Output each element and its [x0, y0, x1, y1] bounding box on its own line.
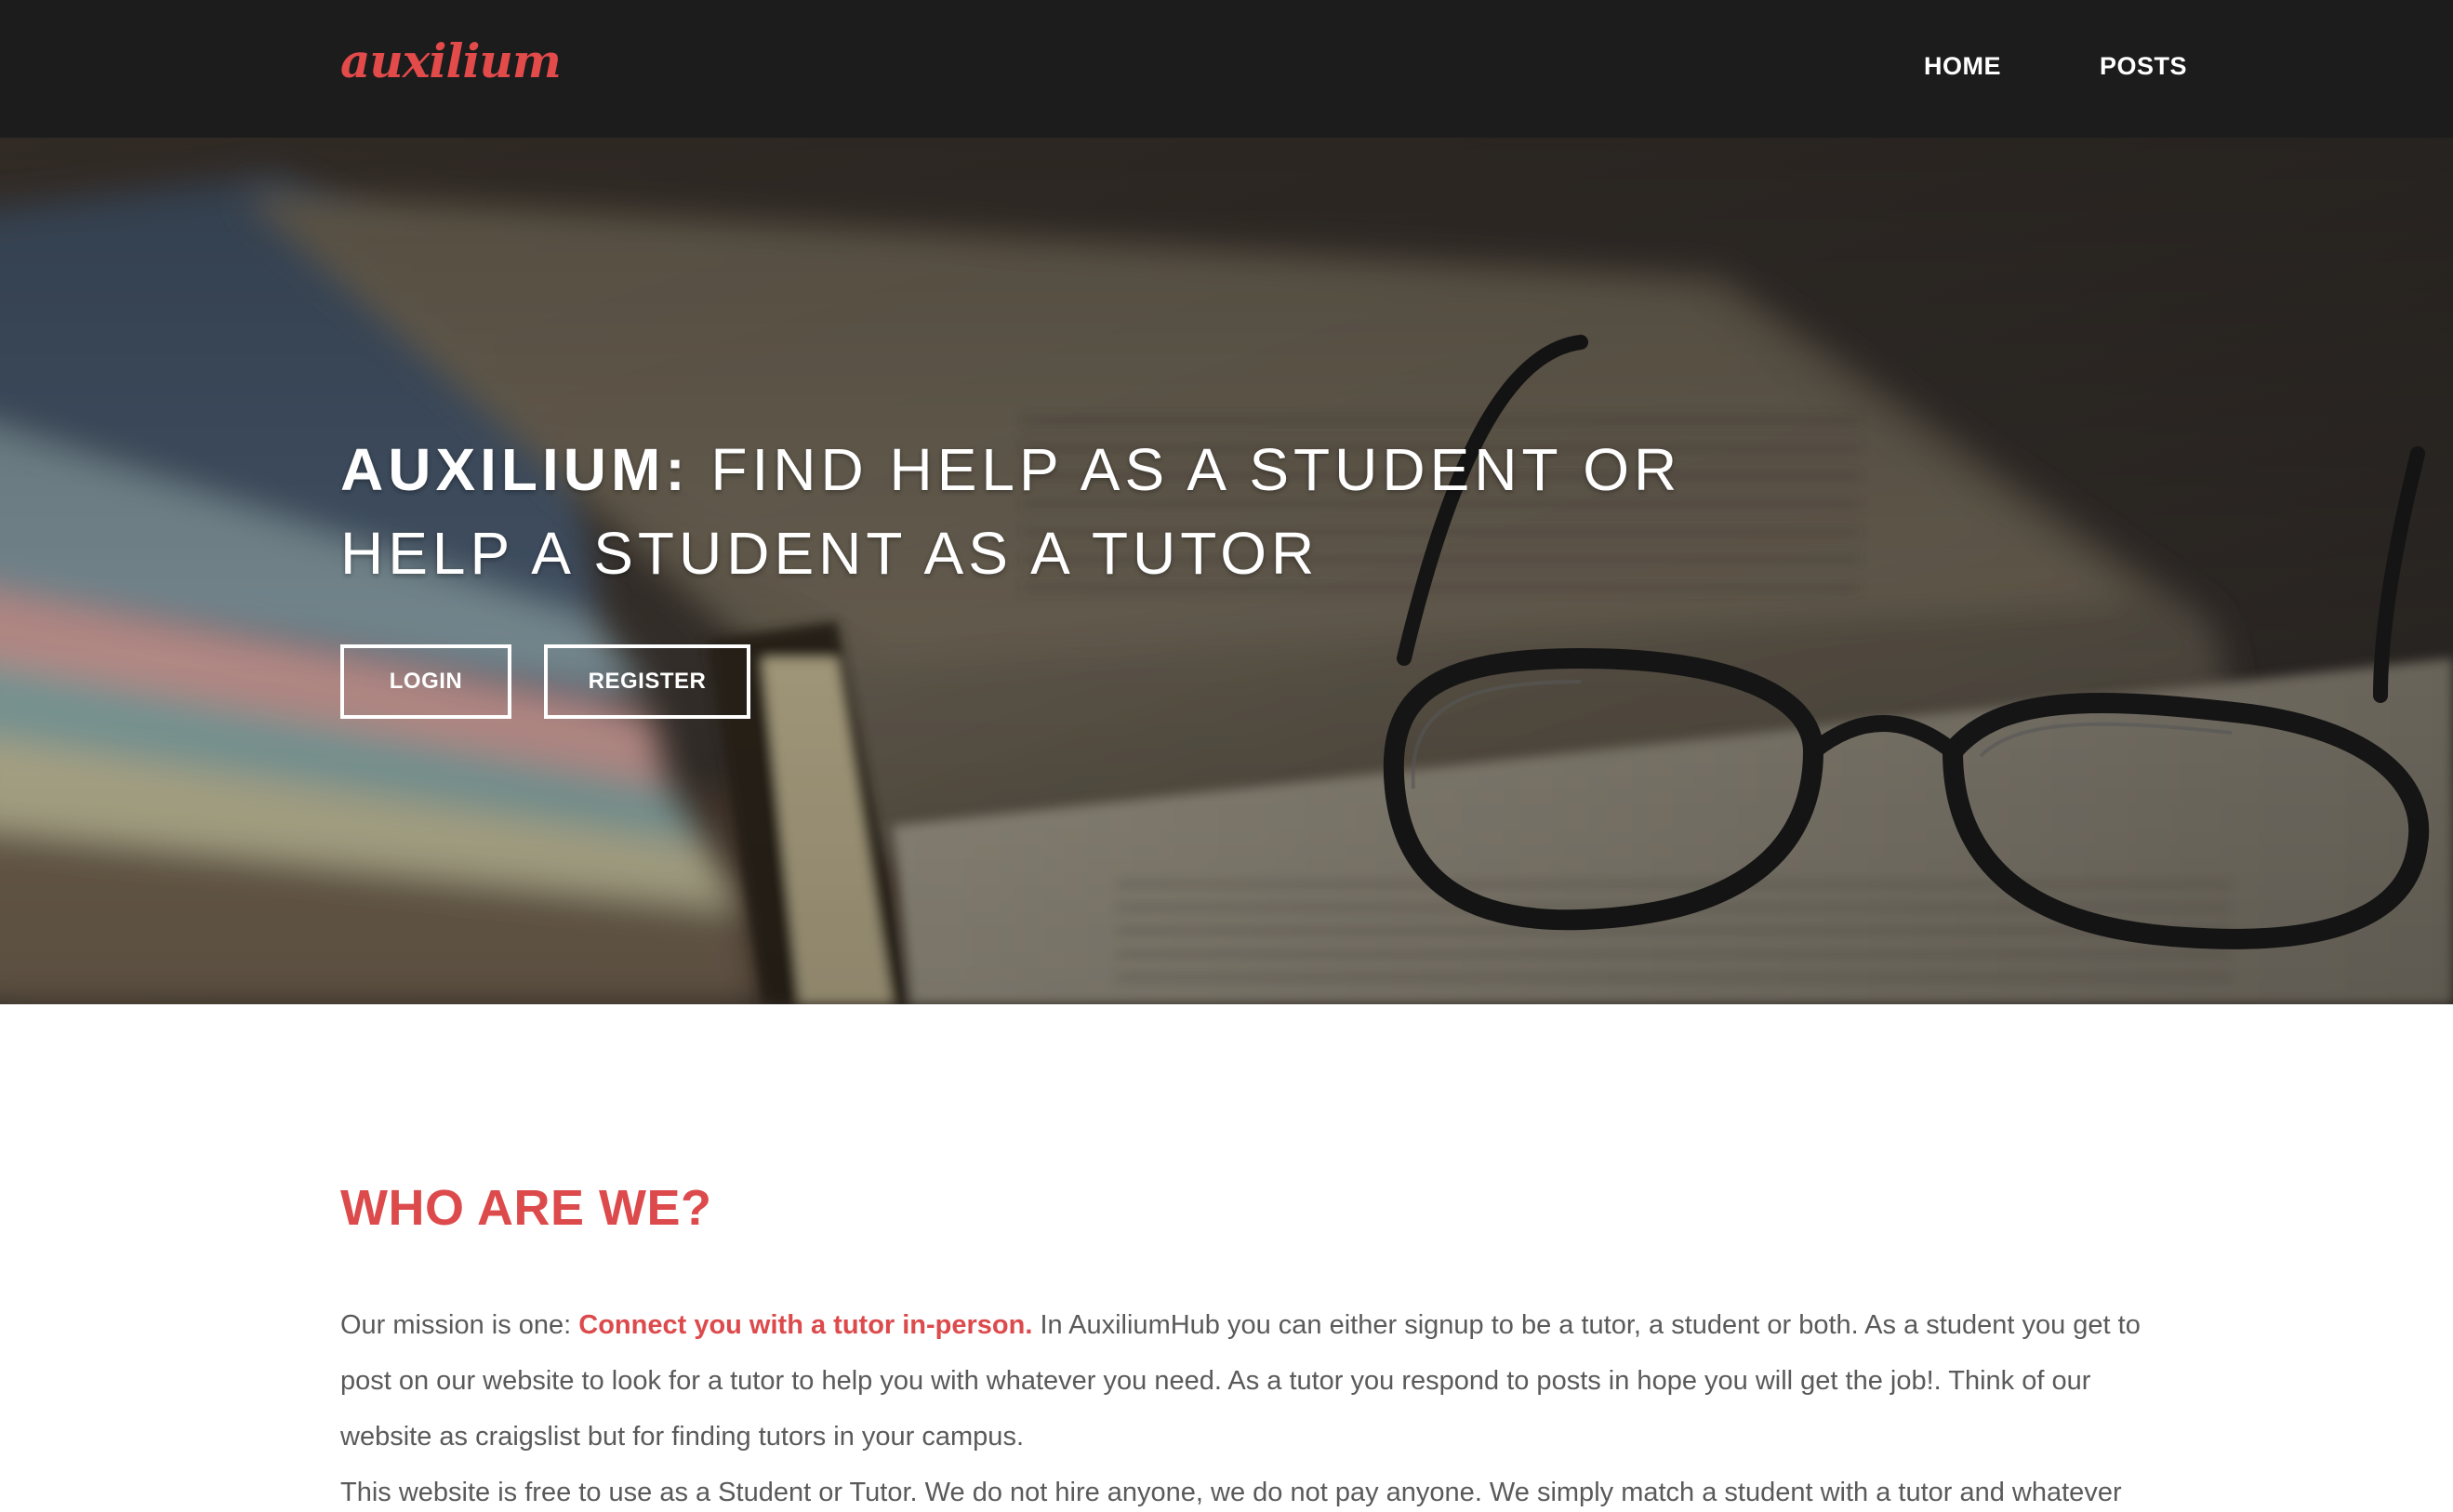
mission-lead-text: Our mission is one: [340, 1310, 579, 1340]
navbar: auxilium HOME POSTS [0, 0, 2453, 138]
about-heading: WHO ARE WE? [340, 1180, 712, 1236]
register-button[interactable]: REGISTER [544, 644, 750, 719]
about-paragraph-mission: Our mission is one: Connect you with a t… [340, 1297, 2181, 1465]
mission-highlight-text: Connect you with a tutor in-person. [578, 1310, 1033, 1340]
about-paragraph-free: This website is free to use as a Student… [340, 1478, 2122, 1507]
hero-section: AUXILIUM: FIND HELP AS A STUDENT OR HELP… [0, 138, 2453, 1004]
hero-title: AUXILIUM: FIND HELP AS A STUDENT OR HELP… [340, 428, 1735, 595]
hero-title-brand: AUXILIUM: [340, 436, 690, 503]
nav-home-link[interactable]: HOME [1924, 52, 2001, 81]
nav-posts-link[interactable]: POSTS [2100, 52, 2187, 81]
brand-logo[interactable]: auxilium [340, 33, 562, 88]
login-button[interactable]: LOGIN [340, 644, 511, 719]
